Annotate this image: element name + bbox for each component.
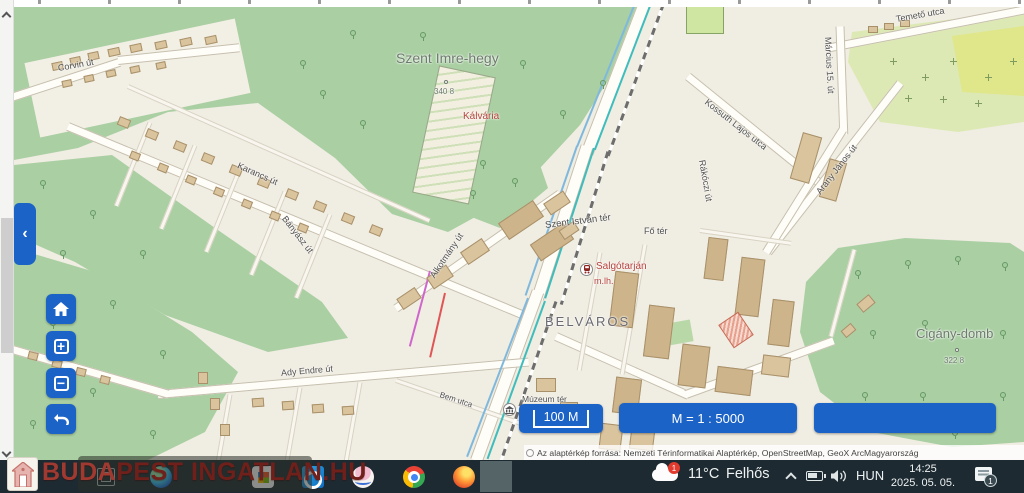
map-label-kalvaria: Kálvária xyxy=(463,111,499,122)
scale-distance-label: 100 M xyxy=(533,410,590,428)
train-station-icon xyxy=(580,263,593,276)
clock-date: 2025. 05. 05. xyxy=(885,477,961,491)
map-label-cigany-domb: Cigány-domb xyxy=(916,326,993,341)
map-label-mlh: m.lh. xyxy=(594,276,614,286)
home-icon xyxy=(53,302,69,316)
scale-ratio-label: M = 1 : 5000 xyxy=(672,411,745,426)
zoom-out-button[interactable]: − xyxy=(46,368,76,398)
battery-icon[interactable] xyxy=(806,471,823,481)
notification-center-icon[interactable]: 1 xyxy=(975,467,992,481)
clock-time: 14:25 xyxy=(885,463,961,477)
map-label-muzeum-ter: Múzeum tér xyxy=(522,394,567,404)
left-scrollbar[interactable] xyxy=(0,0,14,460)
weather-badge: 1 xyxy=(668,462,680,474)
weather-temperature[interactable]: 11°C xyxy=(688,466,719,482)
elevation-marker xyxy=(444,80,448,84)
attribution-text: Az alaptérkép forrása: Nemzeti Térinform… xyxy=(537,448,918,458)
map-label-elevation-340: 340 8 xyxy=(434,87,454,96)
scrollbar-thumb[interactable] xyxy=(1,218,13,353)
watermark-text: BUDAPEST INGATLAN.HU xyxy=(42,458,367,487)
watermark-house-icon xyxy=(7,457,38,491)
watermark-text-left: BUDA xyxy=(42,458,116,486)
undo-button[interactable] xyxy=(46,404,76,434)
street-label-kossuth-lajos-utca: Kossuth Lajos utca xyxy=(703,97,769,152)
plus-icon: + xyxy=(54,339,69,354)
map-label-belvaros: BELVÁROS xyxy=(545,314,630,329)
street-label-bem-utca: Bem utca xyxy=(439,390,474,409)
minus-icon: − xyxy=(54,376,69,391)
notification-badge: 1 xyxy=(984,474,997,487)
taskbar-clock[interactable]: 14:25 2025. 05. 05. xyxy=(885,463,961,490)
speaker-icon[interactable] xyxy=(831,469,848,483)
elevation-marker xyxy=(955,348,959,352)
panel-collapse-tab[interactable]: ‹ xyxy=(14,203,36,265)
museum-icon xyxy=(503,403,516,416)
home-button[interactable] xyxy=(46,294,76,324)
info-icon xyxy=(526,449,534,457)
desktop-screen: Szent Imre-hegy Kálvária BELVÁROS Cigány… xyxy=(0,0,1024,493)
weather-condition[interactable]: Felhős xyxy=(726,466,770,482)
watermark-text-right: PEST INGATLAN.HU xyxy=(116,458,367,486)
language-indicator[interactable]: HUN xyxy=(856,468,884,483)
map-label-szent-imre-hegy: Szent Imre-hegy xyxy=(396,50,499,66)
top-cropped-strip xyxy=(0,0,1024,7)
chevron-left-icon: ‹ xyxy=(22,225,27,243)
chrome-icon[interactable] xyxy=(403,466,425,488)
taskbar-active-window[interactable] xyxy=(480,461,512,492)
map-label-salgotarjan: Salgótarján xyxy=(596,261,647,272)
map-attribution: Az alaptérkép forrása: Nemzeti Térinform… xyxy=(524,445,1024,460)
zoom-in-button[interactable]: + xyxy=(46,331,76,361)
map-label-fo-ter: Fő tér xyxy=(644,226,668,236)
scale-bar-button[interactable]: 100 M xyxy=(519,404,603,433)
firefox-icon[interactable] xyxy=(453,466,475,488)
map-label-elevation-322: 322 8 xyxy=(944,356,964,365)
street-label-rakoczi-ut: Rákóczi út xyxy=(697,159,714,202)
scale-ratio-button[interactable]: M = 1 : 5000 xyxy=(619,403,797,433)
undo-arrow-icon xyxy=(53,413,69,426)
blank-blue-button[interactable] xyxy=(814,403,996,433)
